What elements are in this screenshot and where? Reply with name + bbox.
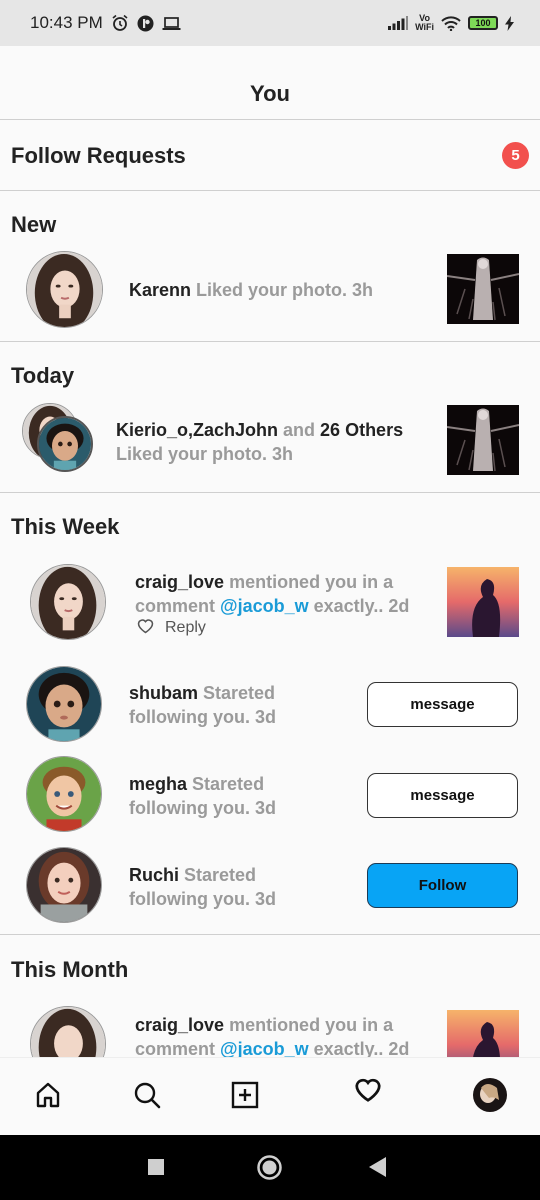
message-button[interactable]: message [367, 773, 518, 818]
divider [0, 934, 540, 935]
section-title-this-week: This Week [11, 514, 120, 539]
mention-link[interactable]: @jacob_w [220, 596, 309, 616]
follow-requests-row[interactable]: Follow Requests 5 [0, 120, 540, 191]
others-count[interactable]: 26 Others [320, 420, 403, 440]
avatar-craig-love[interactable] [30, 564, 106, 640]
home-circle-icon[interactable] [257, 1155, 282, 1185]
system-nav-bar [0, 1135, 540, 1200]
section-title-today: Today [11, 363, 75, 388]
username[interactable]: megha [129, 774, 187, 794]
activity-heart-icon[interactable] [351, 1072, 385, 1106]
reply-label[interactable]: Reply [165, 619, 206, 637]
avatar-zachjohn[interactable] [37, 416, 93, 472]
battery-icon: 100 [468, 16, 498, 30]
heart-outline-icon[interactable] [136, 617, 155, 639]
divider [0, 190, 540, 191]
divider [0, 492, 540, 493]
wifi-label: WiFi [415, 22, 434, 32]
username[interactable]: craig_love [135, 1015, 224, 1035]
notification-icon [137, 15, 154, 32]
new-activity-text: Karenn Liked your photo. 3h [129, 278, 429, 302]
follow-activity-text: shubam Stareted following you. 3d [129, 681, 349, 729]
activity-text: Liked your photo. 3h [116, 444, 294, 464]
avatar-megha[interactable] [26, 756, 102, 832]
status-time: 10:43 PM [30, 13, 103, 32]
charging-icon [505, 15, 514, 31]
divider [0, 341, 540, 342]
activity-text: exactly.. 2d [308, 596, 410, 616]
signal-icon [388, 16, 409, 30]
and-text: and [278, 420, 321, 440]
status-left: 10:43 PM [30, 13, 181, 33]
activity-text: comment [135, 596, 221, 616]
follow-activity-text: Ruchi Stareted following you. 3d [129, 863, 349, 911]
activity-text: following you. 3d [129, 707, 276, 727]
avatar-karenn[interactable] [26, 251, 103, 328]
section-title-new: New [11, 212, 57, 237]
username[interactable]: shubam [129, 683, 198, 703]
username[interactable]: Karenn [129, 280, 191, 300]
search-icon[interactable] [130, 1078, 164, 1112]
activity-text: following you. 3d [129, 798, 276, 818]
activity-text: Stareted [198, 683, 276, 703]
status-bar: 10:43 PM Vo WiFi 100 [0, 0, 540, 46]
today-activity-text: Kierio_o,ZachJohn and 26 Others Liked yo… [116, 418, 436, 466]
back-triangle-icon[interactable] [369, 1157, 387, 1182]
recents-square-icon[interactable] [148, 1159, 164, 1180]
add-post-icon[interactable] [228, 1078, 262, 1112]
activity-text: mentioned you in a [224, 1015, 394, 1035]
activity-text: Stareted [179, 865, 257, 885]
bottom-nav [0, 1057, 540, 1135]
follow-requests-badge: 5 [502, 142, 529, 169]
profile-avatar[interactable] [473, 1078, 507, 1112]
follow-requests-label: Follow Requests [11, 142, 186, 168]
mention-activity-text: craig_love mentioned you in a comment @j… [135, 1013, 435, 1061]
page-header: You [0, 46, 540, 120]
username[interactable]: Ruchi [129, 865, 179, 885]
activity-text: mentioned you in a [224, 572, 394, 592]
alarm-icon [111, 14, 129, 32]
activity-text: Stareted [187, 774, 265, 794]
activity-text: following you. 3d [129, 889, 276, 909]
activity-text: exactly.. 2d [308, 1039, 410, 1059]
username[interactable]: craig_love [135, 572, 224, 592]
avatar-ruchi[interactable] [26, 847, 102, 923]
activity-text: Liked your photo. 3h [191, 280, 374, 300]
mention-link[interactable]: @jacob_w [220, 1039, 309, 1059]
wifi-icon [441, 15, 461, 31]
activity-text: comment [135, 1039, 221, 1059]
avatar-shubam[interactable] [26, 666, 102, 742]
page-title: You [250, 80, 290, 106]
follow-button[interactable]: Follow [367, 863, 518, 908]
message-button[interactable]: message [367, 682, 518, 727]
post-thumbnail[interactable] [447, 405, 519, 475]
usernames[interactable]: Kierio_o,ZachJohn [116, 420, 278, 440]
vowifi-indicator: Vo WiFi [415, 14, 434, 32]
follow-activity-text: megha Stareted following you. 3d [129, 772, 349, 820]
post-thumbnail[interactable] [447, 567, 519, 637]
section-title-this-month: This Month [11, 957, 129, 982]
status-right: Vo WiFi 100 [388, 14, 514, 32]
home-icon[interactable] [31, 1078, 65, 1112]
post-thumbnail[interactable] [447, 254, 519, 324]
mention-activity-text: craig_love mentioned you in a comment @j… [135, 570, 435, 618]
reply-action[interactable]: Reply [136, 617, 206, 639]
laptop-icon [162, 16, 181, 31]
